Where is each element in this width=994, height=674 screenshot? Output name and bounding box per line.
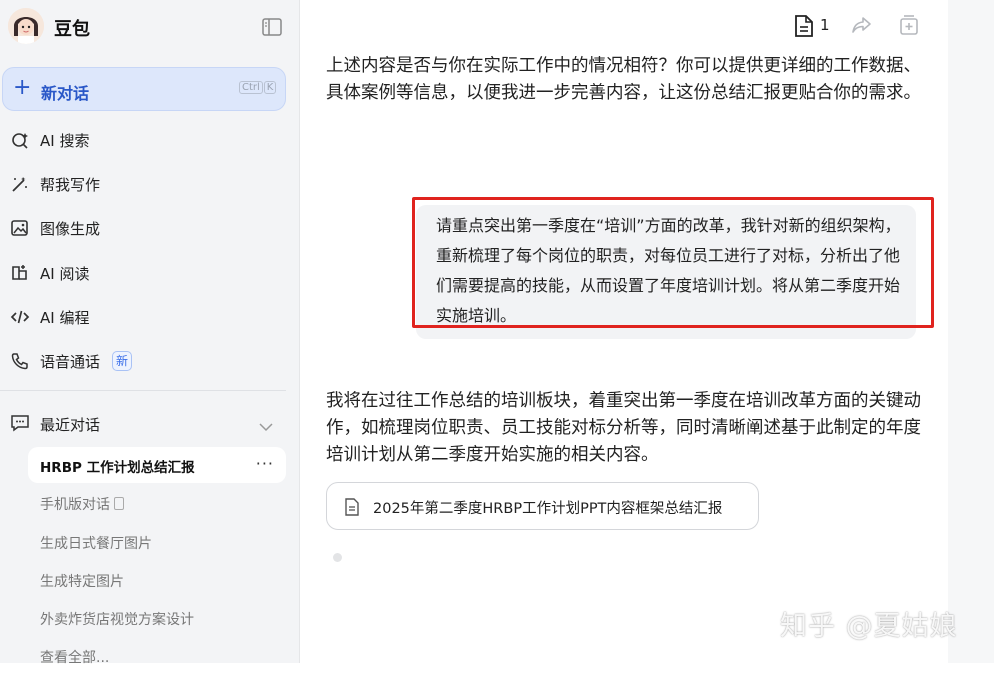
shortcut-key-ctrl: Ctrl xyxy=(239,81,263,94)
document-icon[interactable] xyxy=(793,14,815,38)
conversation-item[interactable]: 生成日式餐厅图片 xyxy=(28,524,286,560)
new-page-icon[interactable] xyxy=(898,14,920,36)
assistant-message: 我将在过往工作总结的培训板块，着重突出第一季度在培训改革方面的关键动作，如梳理岗… xyxy=(326,391,921,465)
document-card-title: 2025年第二季度HRBP工作计划PPT内容框架总结汇报 xyxy=(373,501,723,517)
chat-bubble-icon xyxy=(10,414,30,432)
nav-image-gen[interactable]: 图像生成 xyxy=(0,210,300,246)
nav-writing[interactable]: 帮我写作 xyxy=(0,166,300,202)
app-name: 豆包 xyxy=(54,19,90,40)
new-chat-button[interactable]: + 新对话 Ctrl K xyxy=(2,67,286,111)
view-all-label: 查看全部... xyxy=(40,650,110,666)
conversation-title-wrap: 手机版对话 xyxy=(40,494,124,514)
recent-title: 最近对话 xyxy=(40,416,101,434)
nav-label: 图像生成 xyxy=(40,220,101,238)
right-gutter xyxy=(948,0,994,663)
plus-icon: + xyxy=(13,75,32,100)
search-spark-icon xyxy=(10,130,30,150)
mobile-device-icon xyxy=(114,497,124,510)
nav-label: 语音通话 xyxy=(40,353,101,371)
document-count: 1 xyxy=(820,16,830,34)
nav-label: AI 搜索 xyxy=(40,132,90,150)
assistant-message: 上述内容是否与你在实际工作中的情况相符？你可以提供更详细的工作数据、具体案例等信… xyxy=(326,56,921,103)
loading-dot xyxy=(333,553,342,562)
chevron-down-icon xyxy=(258,417,274,432)
phone-icon xyxy=(10,351,30,371)
conversation-title: HRBP 工作计划总结汇报 xyxy=(40,460,195,476)
view-all-link[interactable]: 查看全部... xyxy=(28,638,286,674)
share-icon[interactable] xyxy=(851,14,873,36)
conversation-title: 手机版对话 xyxy=(40,497,110,513)
more-options-icon[interactable]: ··· xyxy=(256,454,274,473)
nav-label: 帮我写作 xyxy=(40,176,101,194)
avatar[interactable] xyxy=(8,8,44,44)
conversation-item[interactable]: 外卖炸货店视觉方案设计 xyxy=(28,600,286,636)
sidebar-collapse-icon[interactable] xyxy=(262,18,282,36)
pen-icon xyxy=(10,174,30,194)
conversation-item-active[interactable]: HRBP 工作计划总结汇报 ··· xyxy=(28,447,286,483)
nav-ai-coding[interactable]: AI 编程 xyxy=(0,299,300,335)
nav-label: AI 编程 xyxy=(40,309,90,327)
sidebar-header: 豆包 xyxy=(0,0,300,56)
sidebar-divider xyxy=(0,390,286,391)
new-badge: 新 xyxy=(112,351,133,371)
recent-conversations-header[interactable]: 最近对话 xyxy=(0,405,300,441)
red-highlight-annotation xyxy=(412,197,934,328)
new-chat-label: 新对话 xyxy=(41,84,90,103)
chat-main: 1 上述内容是否与你在实际工作中的情况相符？你可以提供更详细的工作数据、具体案例… xyxy=(301,0,948,663)
shortcut-hint: Ctrl K xyxy=(238,81,277,94)
sidebar: 豆包 + 新对话 Ctrl K AI 搜索 帮我写作 图像生成 AI 阅读 AI… xyxy=(0,0,300,666)
watermark: 知乎 @夏姑娘 xyxy=(780,611,958,642)
shortcut-key-k: K xyxy=(263,81,277,94)
code-icon xyxy=(10,307,30,327)
image-icon xyxy=(10,218,30,238)
conversation-title: 生成日式餐厅图片 xyxy=(40,536,152,552)
conversation-item[interactable]: 生成特定图片 xyxy=(28,562,286,598)
nav-ai-reading[interactable]: AI 阅读 xyxy=(0,255,300,291)
conversation-title: 生成特定图片 xyxy=(40,574,124,590)
file-icon xyxy=(344,497,360,517)
conversation-title: 外卖炸货店视觉方案设计 xyxy=(40,612,194,628)
document-card[interactable]: 2025年第二季度HRBP工作计划PPT内容框架总结汇报 xyxy=(326,482,759,530)
nav-voice-call[interactable]: 语音通话 新 xyxy=(0,343,300,379)
nav-ai-search[interactable]: AI 搜索 xyxy=(0,122,300,158)
nav-label: AI 阅读 xyxy=(40,265,90,283)
book-icon xyxy=(10,263,30,283)
conversation-item[interactable]: 手机版对话 xyxy=(28,485,286,521)
